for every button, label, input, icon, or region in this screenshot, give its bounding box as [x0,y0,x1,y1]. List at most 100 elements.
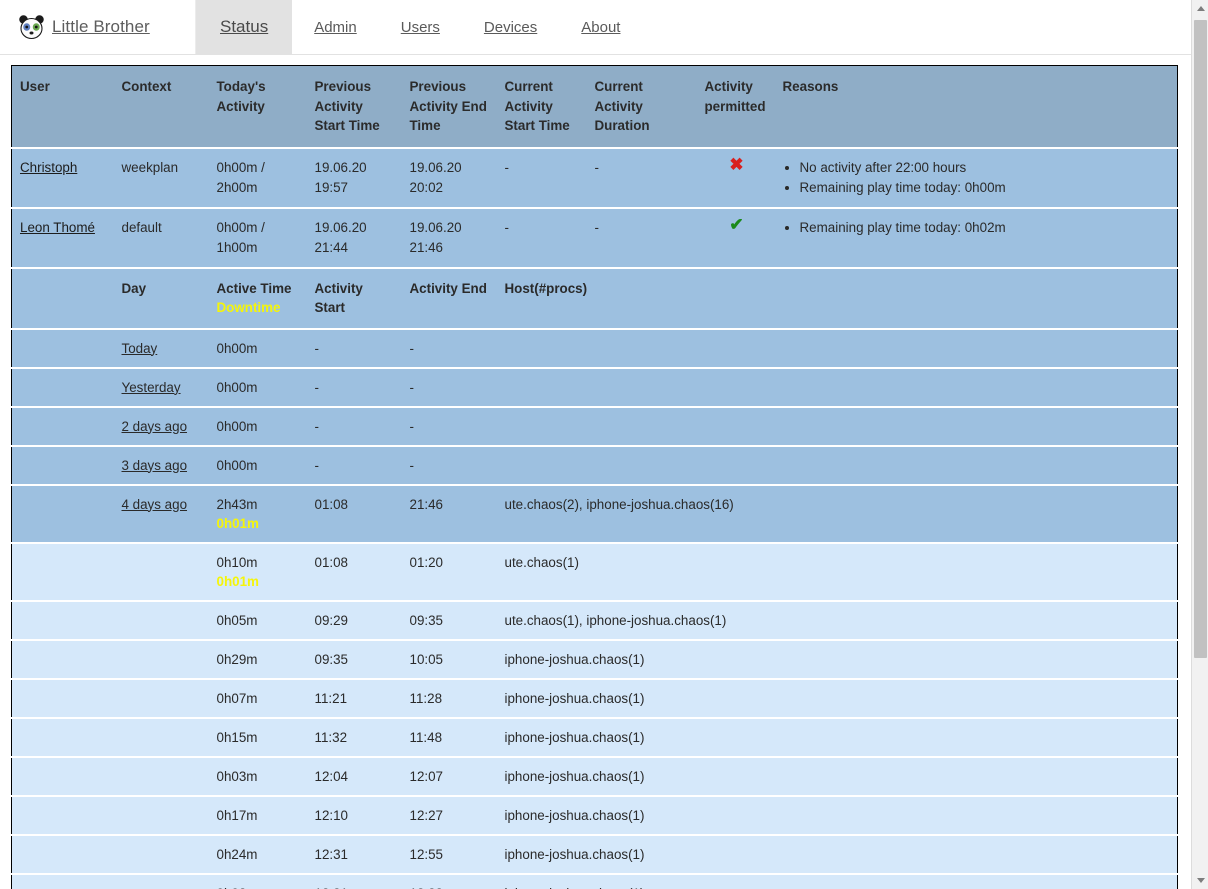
active-time-cell: 0h10m 0h01m [208,541,307,601]
downtime-label: Downtime [216,299,281,315]
reasons-cell: No activity after 22:00 hours Remaining … [774,146,1178,208]
page-viewport: Little Brother Status Admin Users Device… [0,0,1191,889]
active-time-value: 0h02m [217,886,258,889]
host-cell: ute.chaos(2), iphone-joshua.chaos(16) [496,483,1178,543]
day-cell [113,677,209,718]
panda-icon [18,14,45,41]
day-summary-row: 3 days ago 0h00m - - [11,444,1178,485]
day-cell: Yesterday [113,366,209,407]
activity-end-cell: 09:35 [401,599,497,640]
activity-detail-row: 0h24m 12:31 12:55 iphone-joshua.chaos(1) [11,833,1178,874]
vertical-scrollbar[interactable] [1191,0,1208,889]
todays-activity-cell: 0h00m / 2h00m [208,146,307,208]
scroll-down-button[interactable] [1192,872,1208,889]
day-cell: Today [113,327,209,368]
activity-detail-row: 0h05m 09:29 09:35 ute.chaos(1), iphone-josh… [11,599,1178,640]
day-link[interactable]: 3 days ago [122,458,188,473]
day-cell: 2 days ago [113,405,209,446]
day-summary-row: Today 0h00m - - [11,327,1178,368]
activity-detail-row: 0h03m 12:04 12:07 iphone-joshua.chaos(1) [11,755,1178,796]
active-time-cell: 0h00m [208,405,307,446]
day-link[interactable]: Today [122,341,158,356]
reasons-list: No activity after 22:00 hours Remaining … [783,158,1172,198]
active-time-cell: 0h00m [208,444,307,485]
permitted-cell: ✖ [696,146,775,208]
col-user: User [11,65,114,148]
day-link[interactable]: 2 days ago [122,419,188,434]
col-todays-activity: Today's Activity [208,65,307,148]
day-cell [113,599,209,640]
active-time-value: 0h10m [216,554,258,570]
user-cell: Leon Thomé [11,206,114,268]
col-prev-start: Previous Activity Start Time [306,65,402,148]
col-activity-end: Activity End [401,266,497,329]
activity-detail-row: 0h02m 13:3113:33iphone-joshua.chaos(1) [11,872,1178,889]
tab-status[interactable]: Status [196,0,293,54]
host-cell: iphone-joshua.chaos(1) [496,677,1178,718]
activity-end-cell: 11:28 [401,677,497,718]
day-cell [113,541,209,601]
col-host: Host(#procs) [496,266,1178,329]
status-table: User Context Today's Activity Previous A… [11,65,1178,889]
activity-end-cell: 01:20 [401,541,497,601]
col-prev-end: Previous Activity End Time [401,65,497,148]
scroll-up-button[interactable] [1192,0,1208,17]
col-day: Day [113,266,209,329]
activity-detail-row: 0h15m 11:32 11:48 iphone-joshua.chaos(1) [11,716,1178,757]
detail-blank [11,599,114,640]
list-item: Remaining play time today: 0h02m [800,218,1172,238]
tab-about[interactable]: About [559,0,642,54]
activity-detail-row: 0h17m 12:10 12:27 iphone-joshua.chaos(1) [11,794,1178,835]
activity-end-cell: - [401,405,497,446]
day-link[interactable]: 4 days ago [122,497,188,512]
active-time-value: 0h07m [216,690,258,706]
active-time-cell: 0h00m [208,327,307,368]
activity-end-cell: 12:55 [401,833,497,874]
host-cell: iphone-joshua.chaos(1) [496,833,1178,874]
day-cell [113,638,209,679]
tab-devices[interactable]: Devices [462,0,559,54]
nav-tabs: Status Admin Users Devices About [196,0,642,54]
activity-end-cell: 10:05 [401,638,497,679]
scrollbar-thumb[interactable] [1194,20,1207,658]
day-cell [113,794,209,835]
col-activity-start: Activity Start [306,266,402,329]
host-cell: ute.chaos(1) [496,541,1178,601]
list-item: Remaining play time today: 0h00m [800,178,1172,198]
day-link[interactable]: Yesterday [122,380,181,395]
user-link[interactable]: Leon Thomé [20,220,95,235]
tab-admin[interactable]: Admin [292,0,379,54]
activity-start-cell: 13:31 [306,872,402,889]
detail-blank [11,677,114,718]
activity-start-cell: - [306,444,402,485]
activity-end-cell: - [401,366,497,407]
brand[interactable]: Little Brother [0,0,196,54]
col-cur-start: Current Activity Start Time [496,65,587,148]
brand-title[interactable]: Little Brother [52,17,150,37]
day-cell: 4 days ago [113,483,209,543]
cur-duration-cell: - [586,146,697,208]
day-cell: 3 days ago [113,444,209,485]
activity-end-cell: 12:27 [401,794,497,835]
active-time-cell: 0h15m [208,716,307,757]
context-cell: default [113,206,209,268]
triangle-down-icon [1196,878,1205,883]
activity-start-cell: 01:08 [306,541,402,601]
detail-blank [11,366,114,407]
active-time-cell: 2h43m 0h01m [208,483,307,543]
user-link[interactable]: Christoph [20,160,77,175]
detail-blank [11,833,114,874]
reasons-cell: Remaining play time today: 0h02m [774,206,1178,268]
activity-end-cell: 12:07 [401,755,497,796]
host-cell: iphone-joshua.chaos(1) [496,872,1178,889]
detail-blank [11,405,114,446]
activity-end-cell: - [401,444,497,485]
activity-start-cell: 09:29 [306,599,402,640]
activity-start-cell: 11:21 [306,677,402,718]
active-time-cell: 0h03m [208,755,307,796]
active-time-value: 0h24m [216,846,258,862]
detail-blank [11,266,114,329]
prev-end-cell: 19.06.20 20:02 [401,146,497,208]
triangle-up-icon [1196,6,1205,11]
tab-users[interactable]: Users [379,0,462,54]
